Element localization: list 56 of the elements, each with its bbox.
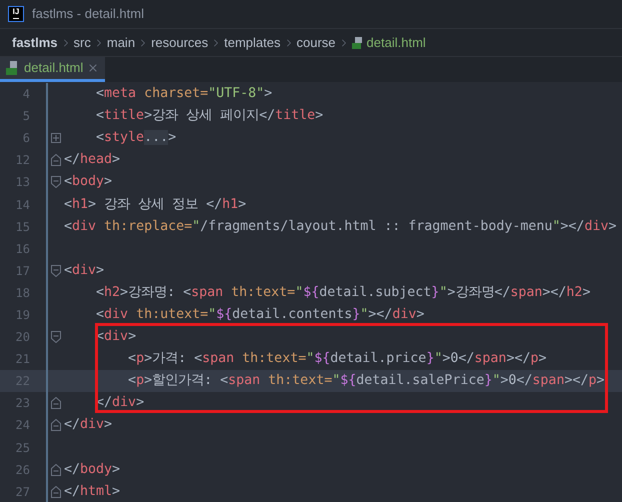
code-line: <title>강좌 상세 페이지</title>	[95, 107, 324, 126]
line-number: 27	[14, 484, 30, 501]
collapse-icon[interactable]	[51, 397, 61, 410]
code-line: <p>가격: <span th:text="${detail.price}">0</span></p>	[127, 350, 546, 368]
collapse-icon[interactable]	[51, 419, 61, 432]
line-number: 17	[14, 262, 30, 280]
line-number: 26	[14, 462, 30, 479]
line-number: 20	[14, 329, 30, 346]
code-line: <div th:replace="/fragments/layout.html :: fragment-body-menu"></div>	[64, 218, 616, 236]
line-number: 12	[14, 152, 30, 170]
collapse-icon[interactable]	[51, 331, 61, 344]
editor-tab[interactable]: detail.html	[0, 57, 106, 82]
breadcrumb-item[interactable]: fastlms	[12, 32, 58, 52]
code-line: <div th:utext="${detail.contents}"></div>	[95, 306, 424, 324]
line-number: 18	[14, 284, 30, 302]
code-line: </html>	[64, 482, 120, 501]
code-line: <meta charset="UTF-8">	[95, 85, 272, 104]
line-number: 14	[14, 196, 30, 214]
expand-icon[interactable]	[51, 133, 61, 144]
collapse-icon[interactable]	[51, 464, 61, 476]
breadcrumb-item[interactable]: src	[74, 32, 91, 52]
code-line: <p>할인가격: <span th:text="${detail.salePrice}">0</span></p>	[127, 372, 605, 390]
breadcrumb-item[interactable]: detail.html	[366, 32, 426, 52]
breadcrumb-item[interactable]: resources	[151, 32, 208, 52]
app-logo-icon: IJ	[8, 6, 24, 22]
tab-label: detail.html	[24, 59, 84, 78]
html-file-icon	[6, 61, 20, 75]
code-line: <body>	[64, 173, 112, 192]
code-line: <h2>강좌명: <span th:text="${detail.subject}">강좌명</span></h2>	[95, 284, 590, 302]
line-number: 23	[14, 395, 30, 412]
line-number: 21	[14, 351, 30, 368]
breadcrumb-item[interactable]: course	[296, 32, 336, 52]
window-title: fastlms - detail.html	[32, 5, 144, 24]
line-number: 19	[14, 306, 30, 324]
code-line: <style...>	[95, 129, 176, 148]
collapse-icon[interactable]	[51, 486, 61, 498]
code-line: <h1> 강좌 상세 정보 </h1>	[64, 196, 246, 214]
code-line: </head>	[64, 151, 120, 170]
collapse-icon[interactable]	[51, 264, 61, 277]
collapse-icon[interactable]	[51, 176, 61, 188]
line-number: 24	[14, 417, 30, 434]
code-line: <div>	[64, 262, 104, 280]
line-number: 25	[14, 440, 30, 457]
code-line: </body>	[64, 460, 120, 479]
line-number: 5	[22, 108, 30, 126]
html-file-icon	[352, 36, 364, 48]
breadcrumb-item[interactable]: templates	[224, 32, 281, 52]
line-number: 16	[14, 240, 30, 258]
line-number: 4	[22, 86, 30, 104]
collapse-icon[interactable]	[51, 154, 61, 166]
breadcrumb-item[interactable]: main	[106, 32, 136, 52]
line-number: 6	[22, 130, 30, 148]
close-icon[interactable]	[87, 62, 100, 74]
line-number: 13	[14, 174, 30, 192]
code-line: </div>	[64, 416, 112, 434]
line-number: 15	[14, 218, 30, 236]
